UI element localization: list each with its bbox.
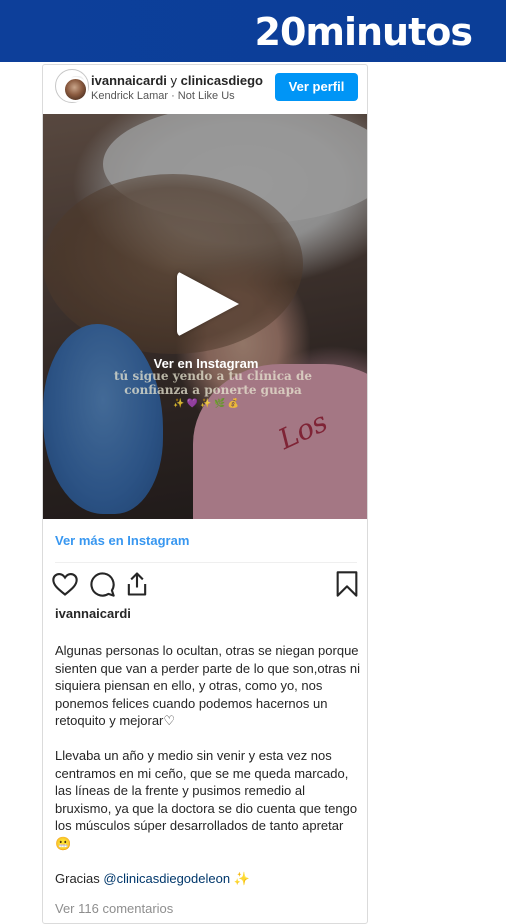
author-avatar[interactable] (63, 77, 88, 102)
thanks-text: Gracias (55, 870, 104, 886)
collaborator-name[interactable]: clinicasdiego (181, 73, 263, 88)
author-name[interactable]: ivannaicardi (91, 73, 167, 88)
bookmark-icon[interactable] (333, 570, 361, 598)
site-header: 20minutos (0, 0, 506, 62)
brand-logo[interactable]: 20minutos (255, 12, 473, 52)
post-authors: ivannaicardi y clinicasdiego (91, 73, 267, 89)
divider (55, 562, 357, 563)
view-profile-button[interactable]: Ver perfil (275, 73, 358, 101)
heart-icon[interactable] (51, 570, 79, 598)
audio-track[interactable]: Kendrick Lamar · Not Like Us (91, 90, 267, 102)
reel-media[interactable]: Los Ver en Instagram tú sigue yendo a tu… (43, 114, 367, 519)
play-icon[interactable] (177, 271, 239, 337)
caption-thanks: Gracias @clinicasdiegodeleon ✨ (55, 870, 361, 888)
instagram-embed: ivannaicardi y clinicasdiego Kendrick La… (42, 64, 368, 924)
caption-paragraph: Llevaba un año y medio sin venir y esta … (55, 748, 358, 851)
comment-icon[interactable] (88, 570, 116, 598)
video-emoji-overlay: ✨ 💜 ✨ 🌿 💰 (172, 398, 240, 408)
video-caption-overlay: tú sigue yendo a tu clínica de confianza… (114, 369, 312, 397)
see-more-on-instagram-link[interactable]: Ver más en Instagram (55, 533, 189, 548)
mention-link[interactable]: @clinicasdiegodeleon (103, 871, 230, 886)
thanks-emoji: ✨ (230, 870, 250, 886)
authors-connector: y (170, 73, 178, 88)
post-caption: Algunas personas lo ocultan, otras se ni… (55, 642, 361, 887)
share-icon[interactable] (123, 570, 151, 598)
post-header: ivannaicardi y clinicasdiego Kendrick La… (43, 65, 367, 113)
caption-paragraph: Algunas personas lo ocultan, otras se ni… (55, 643, 360, 728)
post-actions (43, 570, 367, 600)
brand-bar: 20minutos (0, 0, 506, 62)
post-username[interactable]: ivannaicardi (55, 606, 131, 621)
